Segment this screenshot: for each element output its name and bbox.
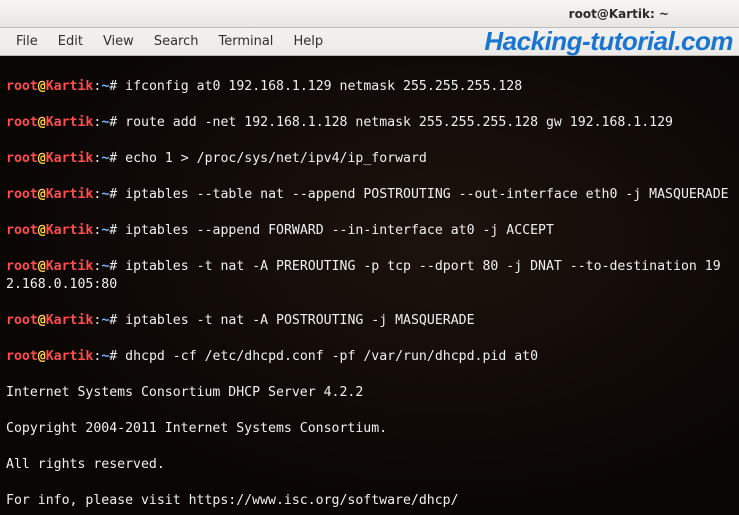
output-line: For info, please visit https://www.isc.o… [6,492,733,510]
menu-help[interactable]: Help [283,30,333,53]
cmd-dhcpd: dhcpd -cf /etc/dhcpd.conf -pf /var/run/d… [125,349,538,364]
prompt-host: Kartik [46,79,94,94]
cmd-iptables-masq: iptables --table nat --append POSTROUTIN… [125,187,728,202]
output-line: Internet Systems Consortium DHCP Server … [6,384,733,402]
menu-terminal[interactable]: Terminal [208,30,283,53]
window-header: root@Kartik: ~ [0,0,739,28]
terminal-line: root@Kartik:~# iptables --table nat --ap… [6,186,733,204]
terminal-line: root@Kartik:~# iptables --append FORWARD… [6,222,733,240]
output-line: Copyright 2004-2011 Internet Systems Con… [6,420,733,438]
watermark-text: Hacking-tutorial.com [484,26,733,57]
menu-edit[interactable]: Edit [48,30,93,53]
menu-bar: File Edit View Search Terminal Help Hack… [0,28,739,56]
cmd-echo: echo 1 > /proc/sys/net/ipv4/ip_forward [125,151,427,166]
window-title: root@Kartik: ~ [569,7,669,21]
cmd-iptables-forward: iptables --append FORWARD --in-interface… [125,223,554,238]
menu-view[interactable]: View [93,30,144,53]
menu-file[interactable]: File [6,30,48,53]
cmd-iptables-postroute: iptables -t nat -A POSTROUTING -j MASQUE… [125,313,474,328]
cmd-route: route add -net 192.168.1.128 netmask 255… [125,115,673,130]
terminal-line: root@Kartik:~# route add -net 192.168.1.… [6,114,733,132]
terminal-line: root@Kartik:~# dhcpd -cf /etc/dhcpd.conf… [6,348,733,366]
prompt-user: root [6,79,38,94]
output-line: All rights reserved. [6,456,733,474]
terminal-line: root@Kartik:~# iptables -t nat -A PREROU… [6,258,733,294]
terminal-line: root@Kartik:~# echo 1 > /proc/sys/net/ip… [6,150,733,168]
terminal-area[interactable]: root@Kartik:~# ifconfig at0 192.168.1.12… [0,56,739,515]
menu-search[interactable]: Search [144,30,209,53]
cmd-ifconfig: ifconfig at0 192.168.1.129 netmask 255.2… [125,79,522,94]
terminal-line: root@Kartik:~# iptables -t nat -A POSTRO… [6,312,733,330]
prompt-hash: # [109,79,117,94]
prompt-at: @ [38,79,46,94]
terminal-line: root@Kartik:~# ifconfig at0 192.168.1.12… [6,78,733,96]
